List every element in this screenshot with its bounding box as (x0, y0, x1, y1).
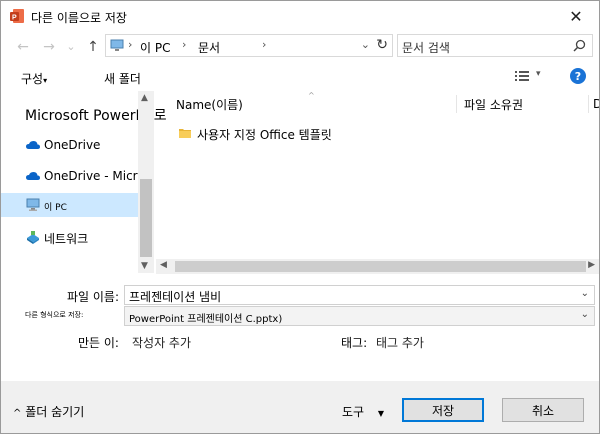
sidebar-scrollbar[interactable]: ▲ ▼ (138, 91, 154, 273)
refresh-icon[interactable]: ↻ (376, 37, 388, 53)
filename-field[interactable]: 프레젠테이션 냄비 ⌄ (124, 285, 595, 305)
file-item-office-templates[interactable]: 사용자 지정 Office 템플릿 (197, 126, 332, 143)
column-divider[interactable] (588, 95, 589, 113)
scrollbar-thumb[interactable] (175, 261, 586, 272)
cloud-icon (26, 172, 40, 180)
column-header-owner[interactable]: 파일 소유권 (464, 91, 523, 117)
sidebar-item-label: 네트워크 (44, 232, 89, 246)
forward-arrow-icon[interactable]: → (41, 39, 57, 55)
tools-label: 도구 (342, 405, 365, 419)
hide-folders-button[interactable]: ^ 폴더 숨기기 (13, 403, 84, 420)
author-label: 만든 이: (78, 336, 119, 350)
column-header-name[interactable]: Name(이름) (176, 91, 243, 117)
sidebar-item-this-pc[interactable]: 이 PC (1, 193, 139, 217)
breadcrumb-this-pc[interactable]: 이 PC (140, 39, 170, 56)
computer-icon (26, 198, 40, 211)
organize-label: 구성 (21, 72, 44, 86)
help-icon[interactable]: ? (570, 68, 586, 84)
address-bar[interactable]: › 이 PC › 문서 › ⌄ ↻ (105, 34, 393, 57)
filetype-label: 다른 형식으로 저장: (25, 311, 84, 319)
search-icon (573, 39, 586, 52)
column-divider[interactable] (456, 95, 457, 113)
up-arrow-icon[interactable]: ↑ (85, 39, 101, 55)
breadcrumb-documents[interactable]: 문서 (198, 39, 220, 56)
window-title: 다른 이름으로 저장 (31, 11, 127, 25)
search-placeholder: 문서 검색 (402, 41, 450, 55)
scrollbar-thumb[interactable] (140, 179, 152, 257)
sidebar-item-onedrive-business[interactable]: OneDrive - Micros (1, 164, 151, 188)
hide-folders-label: 폴더 숨기기 (25, 405, 85, 419)
breadcrumb-separator-icon: › (182, 38, 187, 51)
tools-button[interactable]: 도구 ▼ (342, 403, 384, 420)
recent-locations-icon[interactable]: ⌄ (63, 38, 79, 54)
breadcrumb-separator-icon: › (128, 38, 133, 51)
column-header-date[interactable]: D (593, 91, 599, 117)
view-options-icon[interactable] (515, 69, 529, 83)
author-add-link[interactable]: 작성자 추가 (132, 334, 191, 351)
close-button[interactable]: ✕ (553, 1, 599, 31)
chevron-up-icon: ^ (13, 408, 22, 419)
scroll-left-icon[interactable]: ◀ (160, 260, 167, 270)
filetype-value: PowerPoint 프레젠테이션 C.pptx) (129, 314, 283, 325)
scroll-up-icon[interactable]: ▲ (141, 93, 148, 103)
scroll-down-icon[interactable]: ▼ (141, 261, 148, 271)
folder-icon (179, 129, 191, 138)
sidebar-item-label: 이 PC (44, 203, 67, 213)
cloud-icon (26, 141, 40, 149)
sidebar-item-onedrive[interactable]: OneDrive (1, 133, 139, 157)
scroll-right-icon[interactable]: ▶ (588, 260, 595, 270)
tags-add-link[interactable]: 태그 추가 (376, 334, 424, 351)
organize-dropdown-icon: ▾ (43, 76, 48, 85)
tools-dropdown-icon: ▼ (377, 409, 385, 418)
sort-ascending-icon: ^ (308, 91, 315, 100)
powerpoint-icon: P (10, 9, 24, 23)
breadcrumb-separator-icon: › (262, 38, 267, 51)
search-input[interactable]: 문서 검색 (397, 34, 593, 57)
organize-button[interactable]: 구성▾ (21, 70, 47, 87)
tags-label: 태그: (341, 336, 368, 350)
filetype-select[interactable]: PowerPoint 프레젠테이션 C.pptx) ⌄ (124, 306, 595, 326)
view-dropdown-icon[interactable]: ▾ (536, 69, 541, 79)
filelist-horizontal-scrollbar[interactable]: ◀ ▶ (156, 259, 599, 274)
chevron-down-icon[interactable]: ⌄ (581, 309, 589, 320)
network-icon (27, 231, 39, 244)
computer-icon (110, 39, 124, 51)
chevron-down-icon[interactable]: ⌄ (581, 288, 589, 299)
save-as-dialog: P 다른 이름으로 저장 ✕ ← → ⌄ ↑ › 이 PC › 문서 › ⌄ ↻… (0, 0, 600, 434)
filename-value: 프레젠테이션 냄비 (129, 290, 222, 304)
sidebar-item-network[interactable]: 네트워크 (1, 225, 139, 249)
svg-text:P: P (12, 15, 17, 22)
save-button[interactable]: 저장 (402, 398, 484, 422)
filename-label: 파일 이름: (67, 290, 120, 304)
cancel-button[interactable]: 취소 (502, 398, 584, 422)
new-folder-button[interactable]: 새 폴더 (104, 70, 141, 87)
address-dropdown-icon[interactable]: ⌄ (361, 38, 370, 51)
back-arrow-icon[interactable]: ← (15, 39, 31, 55)
sidebar-item-label: OneDrive - Micros (44, 169, 151, 183)
sidebar-item-label: OneDrive (44, 138, 101, 152)
title-bar: P 다른 이름으로 저장 ✕ (1, 1, 599, 31)
